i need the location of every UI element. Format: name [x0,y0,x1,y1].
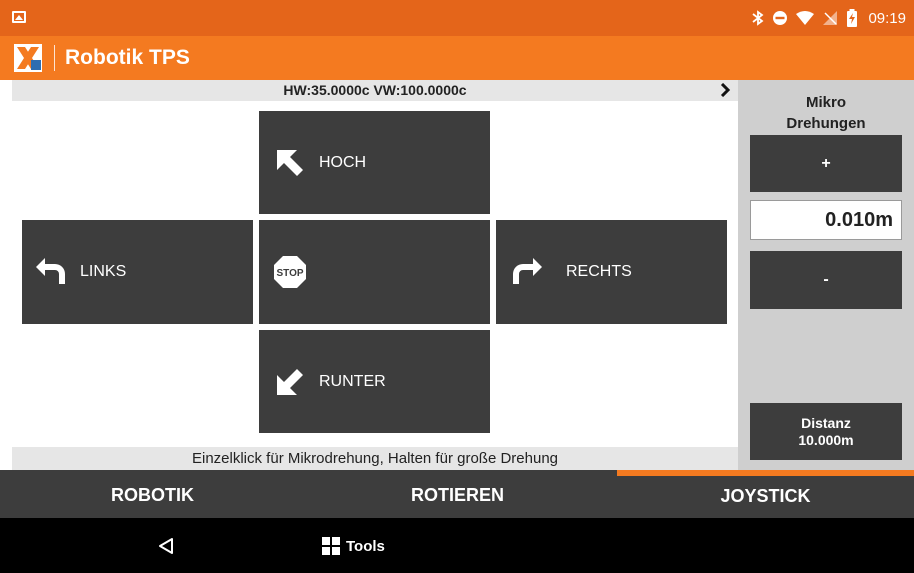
tools-button[interactable]: Tools [322,537,385,555]
bluetooth-icon [752,10,764,26]
stop-sign-label: STOP [276,268,303,279]
up-button[interactable]: HOCH [259,111,490,214]
micro-rotation-title: Mikro Drehungen [738,92,914,134]
stop-sign-icon: STOP [273,255,307,289]
chevron-right-icon[interactable] [718,83,732,97]
tab-robotik[interactable]: ROBOTIK [0,470,305,518]
grid-icon [322,537,340,555]
tab-bar: ROBOTIK ROTIEREN JOYSTICK [0,470,914,518]
arrow-up-left-icon [273,146,307,180]
micro-rotation-panel: Mikro Drehungen + 0.010m - Distanz 10.00… [738,80,914,470]
angle-readout: HW:35.0000c VW:100.0000c [283,82,467,98]
decrement-button[interactable]: - [750,251,902,309]
status-bar: 09:19 [0,0,914,36]
arrow-down-left-icon [273,365,307,399]
down-button[interactable]: RUNTER [259,330,490,433]
app-bar: Robotik TPS [0,36,914,80]
left-button[interactable]: LINKS [22,220,253,324]
increment-button[interactable]: + [750,135,902,192]
do-not-disturb-icon [773,11,788,25]
app-title: Robotik TPS [65,46,190,69]
joystick-panel: HW:35.0000c VW:100.0000c HOCH LINKS STOP… [0,80,914,470]
image-icon [12,11,26,23]
tools-label: Tools [346,537,385,555]
rotate-left-icon [34,255,68,289]
battery-charging-icon [847,9,858,27]
wifi-icon [796,11,815,25]
distance-value: 10.000m [798,431,854,448]
status-time: 09:19 [868,9,906,27]
angle-readout-bar[interactable]: HW:35.0000c VW:100.0000c [12,80,738,101]
down-button-label: RUNTER [319,372,386,390]
hint-text: Einzelklick für Mikrodrehung, Halten für… [12,447,738,470]
app-logo-icon [14,44,42,72]
distance-button[interactable]: Distanz 10.000m [750,403,902,460]
tab-joystick[interactable]: JOYSTICK [617,470,914,518]
no-signal-icon [823,11,838,25]
status-icons: 09:19 [752,0,906,36]
distance-label: Distanz [801,414,851,431]
right-button[interactable]: RECHTS [496,220,727,324]
rotate-right-icon [510,255,544,289]
stop-button[interactable]: STOP [259,220,490,324]
micro-rotation-title-line2: Drehungen [786,115,866,132]
tab-rotieren[interactable]: ROTIEREN [305,470,610,518]
back-icon[interactable] [157,537,175,555]
micro-rotation-title-line1: Mikro [805,94,846,111]
right-button-label: RECHTS [566,263,632,280]
step-value-field[interactable]: 0.010m [750,200,902,240]
left-button-label: LINKS [80,263,127,280]
system-nav-bar: Tools [0,518,914,573]
app-bar-divider [54,45,55,71]
up-button-label: HOCH [319,153,367,171]
